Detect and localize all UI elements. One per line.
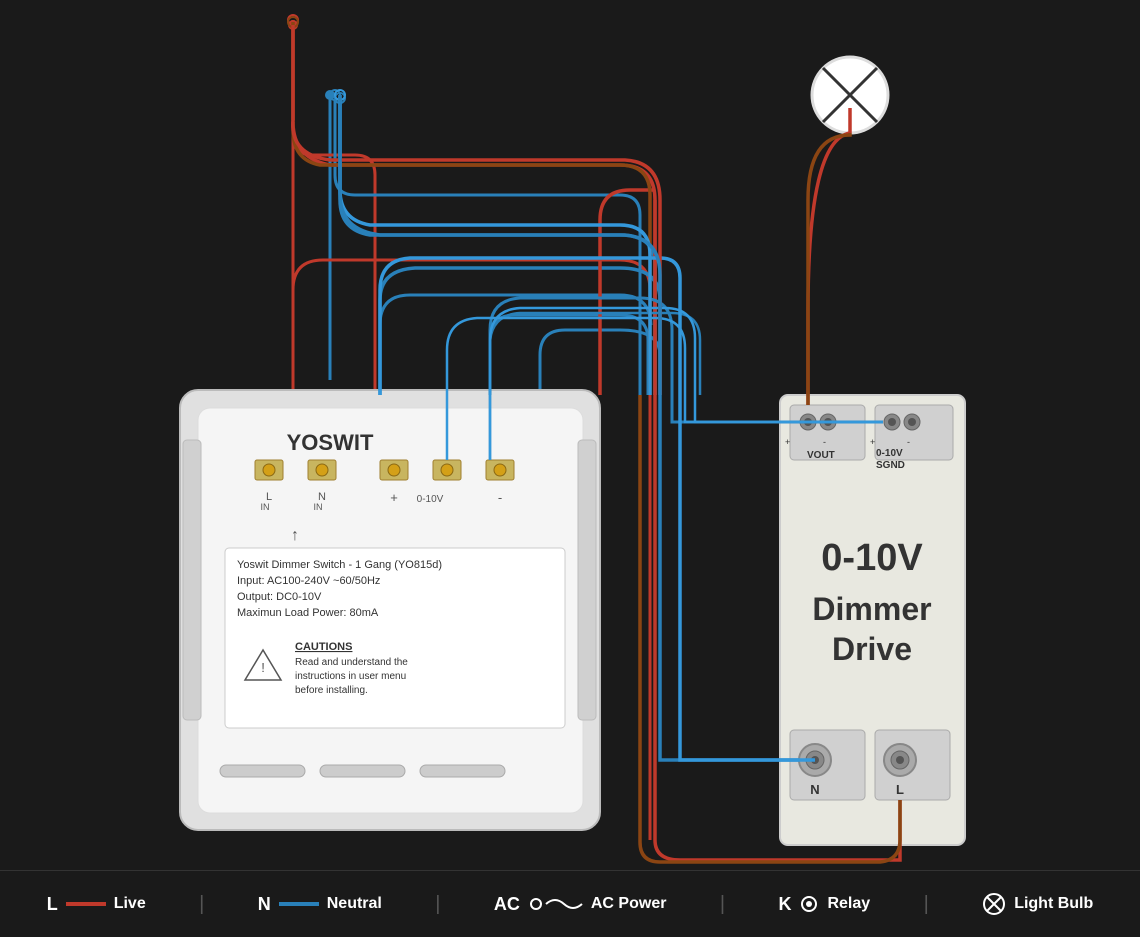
svg-text:+: + xyxy=(785,437,790,447)
legend-live-line xyxy=(66,902,106,906)
legend-live-prefix: L xyxy=(47,894,58,915)
relay-symbol xyxy=(799,894,819,914)
svg-text:↑: ↑ xyxy=(291,527,299,544)
model-text: Yoswit Dimmer Switch - 1 Gang (YO815d) xyxy=(237,559,442,571)
legend-ac-prefix: AC xyxy=(494,894,520,915)
svg-text:Read and understand the: Read and understand the xyxy=(295,657,408,668)
svg-text:+: + xyxy=(870,437,875,447)
svg-text:-: - xyxy=(907,437,910,447)
svg-text:Input: AC100-240V ~60/50Hz: Input: AC100-240V ~60/50Hz xyxy=(237,575,380,587)
svg-text:0-10V: 0-10V xyxy=(821,537,923,579)
legend-relay-label: Relay xyxy=(827,895,870,913)
brand-logo: YOSWIT xyxy=(287,430,374,455)
legend-sep-1: | xyxy=(199,893,204,916)
svg-text:before installing.: before installing. xyxy=(295,685,368,696)
svg-text:Drive: Drive xyxy=(832,631,912,667)
legend-light-bulb-label: Light Bulb xyxy=(1014,895,1093,913)
light-bulb-legend-icon xyxy=(982,892,1006,916)
legend-sep-4: | xyxy=(924,893,929,916)
svg-text:!: ! xyxy=(261,660,265,675)
legend-ac: AC AC Power xyxy=(494,894,667,915)
svg-text:-: - xyxy=(823,437,826,447)
svg-text:N: N xyxy=(810,782,819,797)
svg-text:IN: IN xyxy=(261,502,270,512)
legend-neutral-label: Neutral xyxy=(327,895,382,913)
svg-text:SGND: SGND xyxy=(876,460,905,471)
legend-relay-prefix: K xyxy=(778,894,791,915)
legend-relay: K Relay xyxy=(778,894,870,915)
svg-text:IN: IN xyxy=(314,502,323,512)
svg-text:0-10V: 0-10V xyxy=(876,448,903,459)
legend-neutral-prefix: N xyxy=(258,894,271,915)
legend-neutral: N Neutral xyxy=(258,894,382,915)
svg-text:Dimmer: Dimmer xyxy=(812,591,931,627)
legend-neutral-line xyxy=(279,902,319,906)
legend-light-bulb: Light Bulb xyxy=(982,892,1093,916)
legend: L Live | N Neutral | AC AC Power | K Rel… xyxy=(0,870,1140,937)
svg-text:Maximun Load Power: 80mA: Maximun Load Power: 80mA xyxy=(237,607,379,619)
legend-sep-2: | xyxy=(435,893,440,916)
svg-text:-: - xyxy=(498,490,502,505)
ac-symbol xyxy=(528,894,583,914)
legend-ac-label: AC Power xyxy=(591,895,667,913)
svg-text:instructions in user menu: instructions in user menu xyxy=(295,671,406,682)
svg-text:CAUTIONS: CAUTIONS xyxy=(295,641,352,653)
svg-text:0-10V: 0-10V xyxy=(417,494,444,505)
legend-live: L Live xyxy=(47,894,146,915)
legend-sep-3: | xyxy=(720,893,725,916)
svg-text:+: + xyxy=(390,490,398,505)
legend-live-label: Live xyxy=(114,895,146,913)
svg-text:VOUT: VOUT xyxy=(807,450,835,461)
svg-text:Output: DC0-10V: Output: DC0-10V xyxy=(237,591,322,603)
svg-text:L: L xyxy=(896,782,904,797)
